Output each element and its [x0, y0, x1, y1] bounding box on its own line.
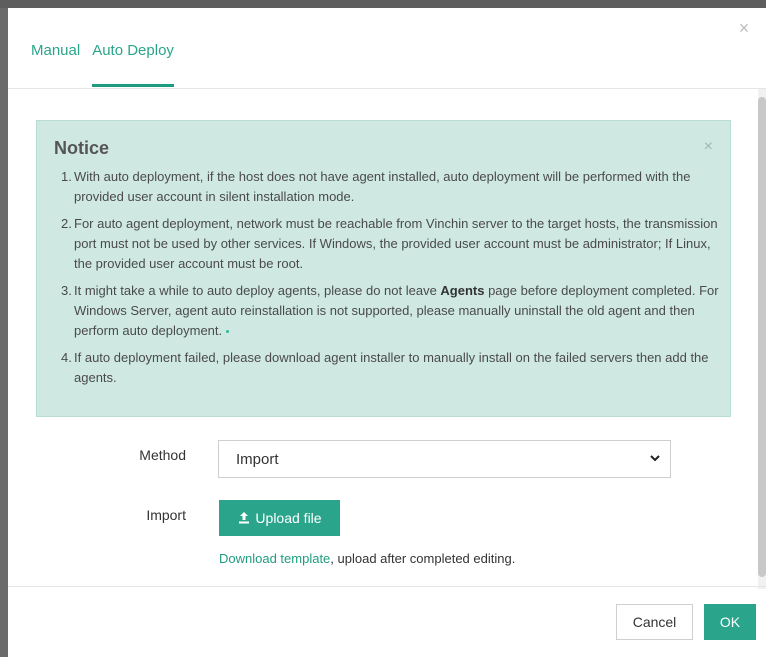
notice-panel: Notice × 1. With auto deployment, if the… — [36, 120, 731, 417]
tab-bar: Manual Auto Deploy — [31, 42, 174, 92]
method-select-value: Import — [236, 450, 279, 468]
upload-file-button[interactable]: Upload file — [219, 500, 340, 536]
template-hint: Download template, upload after complete… — [219, 551, 515, 566]
notice-item-text: If auto deployment failed, please downlo… — [74, 350, 709, 385]
scrollbar-thumb[interactable] — [758, 97, 766, 577]
notice-title: Notice — [54, 138, 110, 158]
import-label: Import — [146, 507, 186, 523]
cancel-button[interactable]: Cancel — [616, 604, 693, 640]
notice-item-text-part: It might take a while to auto deploy age… — [74, 283, 441, 298]
auto-deploy-dialog: × Manual Auto Deploy Notice × 1. With au… — [8, 8, 766, 657]
notice-item: 2. For auto agent deployment, network mu… — [61, 214, 721, 274]
upload-icon — [239, 512, 250, 524]
notice-item-text: It might take a while to auto deploy age… — [74, 281, 721, 341]
agents-page-name: Agents — [440, 283, 485, 298]
scrollbar[interactable] — [758, 89, 766, 589]
chevron-down-icon — [650, 455, 660, 462]
method-label: Method — [139, 447, 186, 463]
notice-item-number: 4. — [61, 350, 72, 365]
notice-item: 4. If auto deployment failed, please dow… — [61, 348, 721, 388]
notice-item-text: With auto deployment, if the host does n… — [74, 169, 691, 204]
tab-auto-deploy[interactable]: Auto Deploy — [92, 42, 174, 92]
template-hint-suffix: , upload after completed editing. — [330, 551, 516, 566]
upload-file-label: Upload file — [255, 510, 322, 526]
backdrop — [0, 0, 766, 8]
footer-divider — [8, 586, 766, 587]
notice-item-number: 3. — [61, 283, 72, 298]
method-select[interactable]: Import — [218, 440, 671, 478]
download-template-link[interactable]: Download template — [219, 551, 330, 566]
notice-close-icon[interactable]: × — [704, 138, 713, 156]
notice-item-text: For auto agent deployment, network must … — [74, 216, 718, 271]
notice-item: 3. It might take a while to auto deploy … — [61, 281, 721, 341]
notice-list: 1. With auto deployment, if the host doe… — [61, 167, 721, 395]
notice-item-number: 2. — [61, 216, 72, 231]
tab-divider — [8, 88, 766, 89]
tab-manual[interactable]: Manual — [31, 42, 80, 92]
close-icon[interactable]: × — [736, 19, 752, 37]
notice-item: 1. With auto deployment, if the host doe… — [61, 167, 721, 207]
notice-item-number: 1. — [61, 169, 72, 184]
cursor-dot — [226, 330, 230, 334]
ok-button[interactable]: OK — [704, 604, 756, 640]
